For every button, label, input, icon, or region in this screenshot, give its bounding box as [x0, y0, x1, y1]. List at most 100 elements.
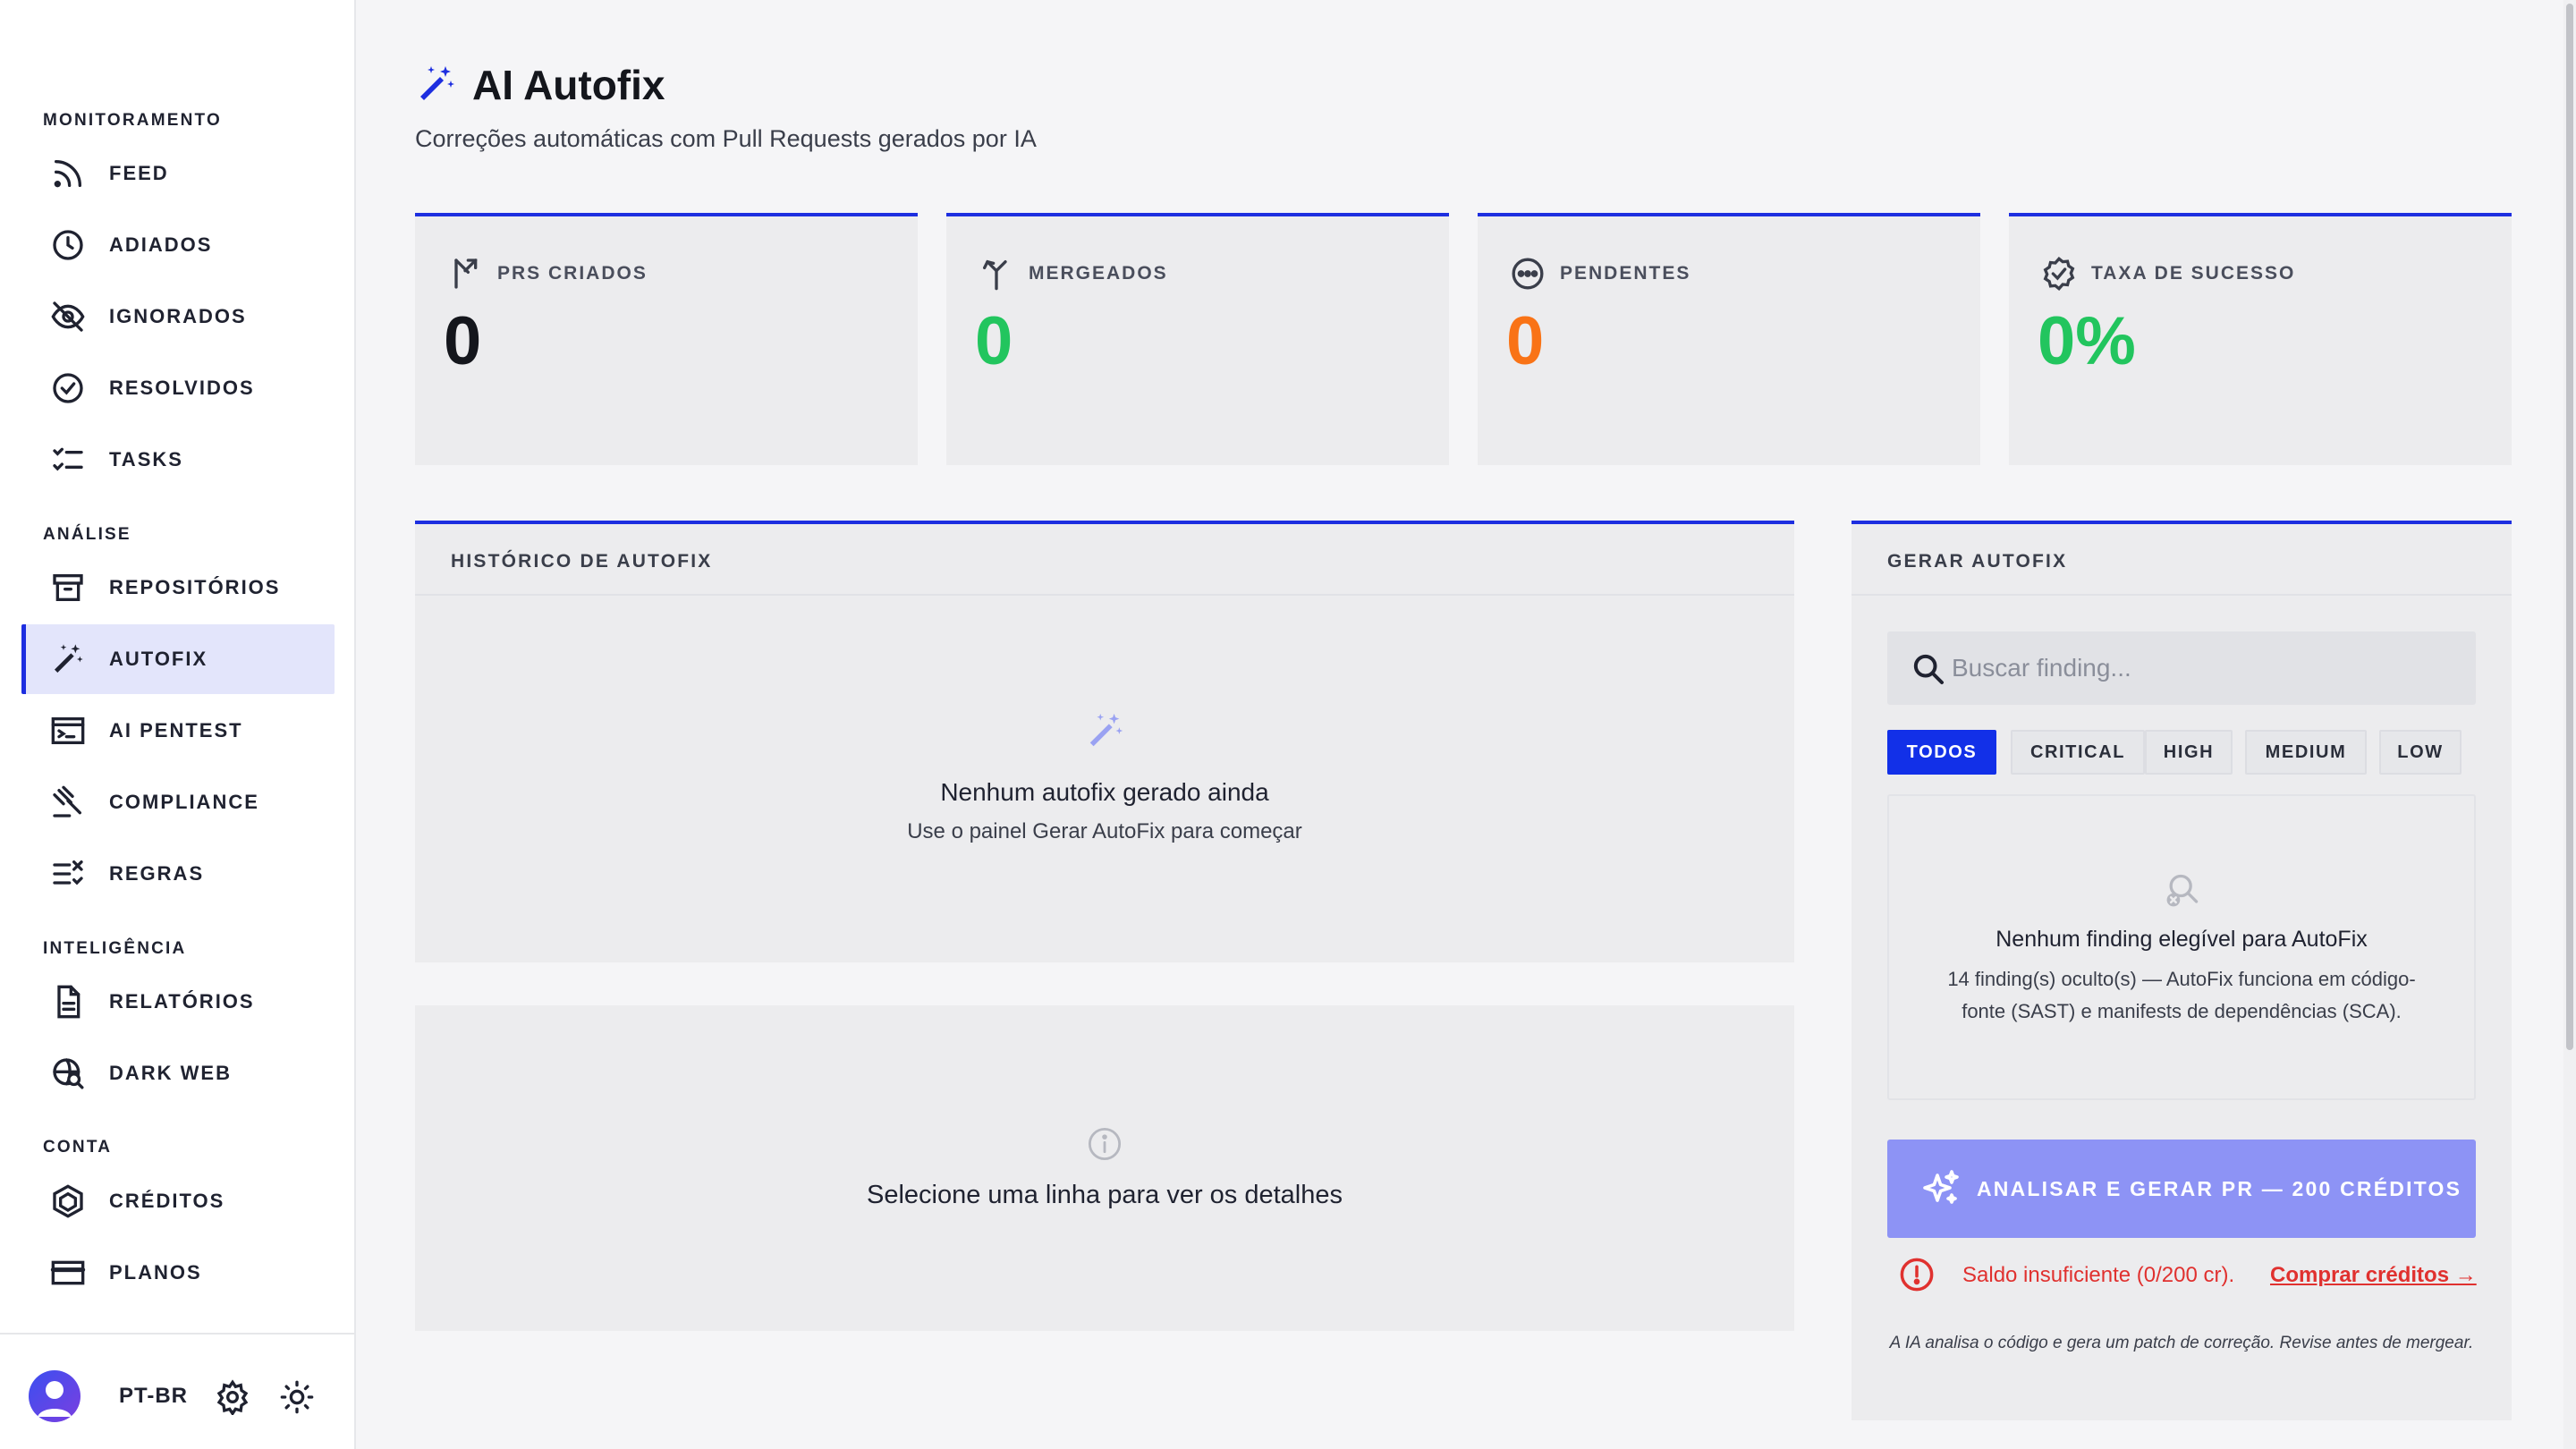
sidebar-item-label: CRÉDITOS — [109, 1190, 225, 1212]
clock-icon — [53, 230, 83, 260]
sidebar-item-autofix[interactable]: AUTOFIX — [21, 624, 335, 694]
magic-wand-icon — [420, 66, 454, 100]
pull-request-icon — [454, 258, 478, 289]
sidebar-item-label: AUTOFIX — [109, 648, 208, 670]
stat-card-mergeados: MERGEADOS 0 — [946, 213, 1449, 465]
sparkles-icon — [1923, 1170, 1959, 1204]
filter-medium[interactable]: MEDIUM — [2245, 730, 2367, 775]
magic-wand-icon — [1089, 713, 1123, 747]
section-title-conta: CONTA — [43, 1138, 113, 1157]
history-panel-title: HISTÓRICO DE AUTOFIX — [451, 551, 713, 572]
sidebar-item-planos[interactable]: PLANOS — [21, 1238, 335, 1308]
buy-credits-link[interactable]: Comprar créditos → — [2270, 1263, 2477, 1288]
stat-card-taxa-de-sucesso: TAXA DE SUCESSO 0% — [2009, 213, 2512, 465]
search-icon — [1913, 654, 1944, 684]
sidebar-item-label: REPOSITÓRIOS — [109, 576, 281, 598]
sidebar-item-regras[interactable]: REGRAS — [21, 839, 335, 909]
avatar[interactable] — [29, 1370, 80, 1422]
document-icon — [57, 985, 80, 1019]
search-box — [1887, 631, 2476, 705]
generate-autofix-panel: GERAR AUTOFIX TODOS CRITICAL HIGH MEDIUM… — [1852, 521, 2512, 1420]
history-empty-title: Nenhum autofix gerado ainda — [940, 778, 1269, 806]
checklist-icon — [53, 447, 83, 471]
alert-circle-icon — [1900, 1258, 1934, 1292]
sidebar-item-creditos[interactable]: CRÉDITOS — [21, 1166, 335, 1236]
sidebar-item-resolvidos[interactable]: RESOLVIDOS — [21, 353, 335, 423]
magic-wand-icon — [55, 644, 83, 673]
search-off-icon — [2166, 874, 2199, 907]
section-title-analise: ANÁLISE — [43, 525, 131, 544]
sun-icon[interactable] — [279, 1379, 315, 1415]
stat-label: PRS CRIADOS — [497, 263, 648, 284]
sidebar-item-ignorados[interactable]: IGNORADOS — [21, 282, 335, 352]
language-selector[interactable]: PT-BR — [119, 1384, 188, 1409]
ai-disclaimer: A IA analisa o código e gera um patch de… — [1889, 1334, 2474, 1352]
stat-card-prs-criados: PRS CRIADOS 0 — [415, 213, 918, 465]
sidebar-item-label: RELATÓRIOS — [109, 990, 255, 1013]
archive-icon — [53, 574, 83, 601]
scrollbar-thumb[interactable] — [2566, 4, 2573, 1050]
stat-value: 0 — [975, 303, 1013, 379]
scrollbar[interactable] — [2563, 0, 2576, 1449]
stat-label: MERGEADOS — [1029, 263, 1168, 284]
sidebar-item-label: ADIADOS — [109, 233, 213, 256]
section-title-monitoramento: MONITORAMENTO — [43, 111, 222, 130]
eye-off-icon — [51, 301, 85, 332]
stat-card-pendentes: PENDENTES 0 — [1478, 213, 1980, 465]
sidebar-item-label: RESOLVIDOS — [109, 377, 255, 399]
check-circle-icon — [53, 373, 83, 403]
rules-icon — [53, 860, 83, 886]
sidebar-item-repositorios[interactable]: REPOSITÓRIOS — [21, 553, 335, 623]
sidebar-item-adiados[interactable]: ADIADOS — [21, 210, 335, 280]
page-title: AI Autofix — [472, 62, 665, 108]
gavel-icon — [53, 785, 82, 818]
details-panel: Selecione uma linha para ver os detalhes — [415, 1005, 1794, 1331]
cta-label: ANALISAR E GERAR PR — 200 CRÉDITOS — [1977, 1177, 2462, 1200]
sidebar-item-label: AI PENTEST — [109, 719, 243, 741]
section-title-inteligencia: INTELIGÊNCIA — [43, 939, 187, 958]
finding-empty-subtitle-2: fonte (SAST) e manifests de dependências… — [1962, 1000, 2402, 1022]
more-circle-icon — [1512, 258, 1544, 290]
rss-icon — [54, 160, 82, 188]
warning-text: Saldo insuficiente (0/200 cr). — [1962, 1263, 2235, 1287]
analyze-generate-pr-button[interactable]: ANALISAR E GERAR PR — 200 CRÉDITOS — [1887, 1140, 2476, 1238]
sidebar-item-tasks[interactable]: TASKS — [21, 425, 335, 495]
filter-high[interactable]: HIGH — [2145, 730, 2233, 775]
hexagon-coin-icon — [53, 1184, 83, 1218]
verified-badge-icon — [2043, 257, 2075, 291]
filter-critical[interactable]: CRITICAL — [2011, 730, 2145, 775]
user-icon — [38, 1381, 72, 1417]
search-input[interactable] — [1952, 649, 2453, 687]
finding-list: Nenhum finding elegível para AutoFix 14 … — [1887, 794, 2476, 1100]
sidebar-item-ai-pentest[interactable]: AI PENTEST — [21, 696, 335, 766]
merge-icon — [983, 259, 1007, 291]
sidebar-item-label: PLANOS — [109, 1261, 202, 1284]
generate-panel-title: GERAR AUTOFIX — [1887, 551, 2068, 572]
finding-empty-subtitle-1: 14 finding(s) oculto(s) — AutoFix funcio… — [1947, 968, 2416, 990]
sidebar-item-dark-web[interactable]: DARK WEB — [21, 1038, 335, 1108]
sidebar-item-relatorios[interactable]: RELATÓRIOS — [21, 967, 335, 1037]
page-subtitle: Correções automáticas com Pull Requests … — [415, 125, 1037, 152]
sidebar-item-label: IGNORADOS — [109, 305, 247, 327]
sidebar-footer: PT-BR — [0, 1333, 356, 1449]
sidebar-item-compliance[interactable]: COMPLIANCE — [21, 767, 335, 837]
history-empty-subtitle: Use o painel Gerar AutoFix para começar — [907, 819, 1302, 843]
stat-value: 0 — [444, 303, 482, 379]
credit-card-icon — [50, 1260, 86, 1285]
finding-empty-title: Nenhum finding elegível para AutoFix — [1996, 927, 2368, 952]
sidebar-item-label: FEED — [109, 162, 169, 184]
generate-panel-header: GERAR AUTOFIX — [1852, 521, 2512, 596]
filter-low[interactable]: LOW — [2379, 730, 2462, 775]
sidebar: MONITORAMENTO FEED ADIADOS IGNORADOS RES… — [0, 0, 356, 1449]
main-content: AI Autofix Correções automáticas com Pul… — [358, 0, 2576, 1449]
globe-search-icon — [53, 1058, 84, 1089]
gear-icon[interactable] — [215, 1379, 250, 1415]
history-panel: HISTÓRICO DE AUTOFIX Nenhum autofix gera… — [415, 521, 1794, 962]
stat-label: PENDENTES — [1560, 263, 1691, 284]
filter-todos[interactable]: TODOS — [1887, 730, 1996, 775]
terminal-icon — [51, 717, 85, 744]
stat-value: 0 — [1506, 303, 1545, 379]
stat-value: 0% — [2038, 303, 2136, 379]
sidebar-item-feed[interactable]: FEED — [21, 139, 335, 208]
info-icon — [1088, 1127, 1122, 1161]
